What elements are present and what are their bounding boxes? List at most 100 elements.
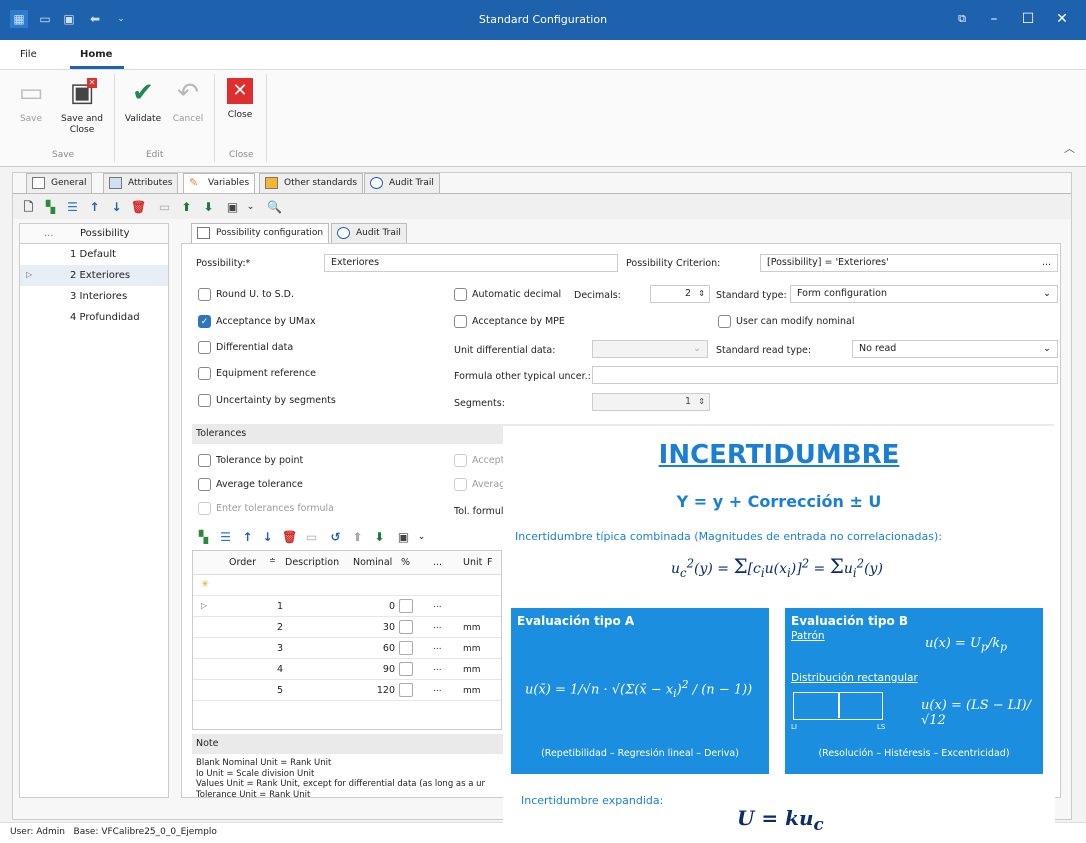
circle-up-icon[interactable]: ⬆ — [179, 200, 194, 215]
std-read-select[interactable]: No read ⌄ — [852, 340, 1058, 358]
cell-nominal[interactable]: 120 — [353, 685, 395, 696]
save-button[interactable]: ▭ Save — [14, 78, 48, 125]
new-icon[interactable]: 🗋 — [21, 200, 36, 215]
move-up-icon[interactable]: ↑ — [87, 200, 102, 215]
cell-ellipsis[interactable]: ... — [433, 621, 442, 631]
col-unit[interactable]: Unit — [463, 557, 482, 568]
percent-checkbox[interactable] — [399, 599, 413, 613]
formula-input[interactable] — [592, 366, 1058, 384]
list-item[interactable]: 4 Profundidad — [20, 307, 168, 328]
move-down-icon[interactable]: ↓ — [109, 200, 124, 215]
cell-nominal[interactable]: 60 — [353, 643, 395, 654]
col-description[interactable]: Description — [285, 557, 339, 568]
col-f[interactable]: F — [487, 557, 492, 568]
minimize-button[interactable]: – — [980, 6, 1008, 32]
cell-unit[interactable]: mm — [463, 623, 481, 633]
table-row[interactable]: 3 60... mm — [193, 638, 501, 659]
percent-checkbox[interactable] — [399, 683, 413, 697]
unc-segments-checkbox[interactable] — [198, 394, 211, 407]
col-ellipsis[interactable]: ... — [433, 557, 442, 568]
new-row[interactable]: ✳ — [193, 575, 501, 596]
cell-ellipsis[interactable]: ... — [433, 600, 442, 610]
accept-umax-checkbox[interactable]: ✓ — [198, 315, 211, 328]
unit-diff-select[interactable]: ⌄ — [592, 340, 708, 358]
col-nominal[interactable]: Nominal — [353, 557, 392, 568]
maximize-button[interactable]: ☐ — [1014, 6, 1042, 32]
sort-icon[interactable]: ≐ — [269, 556, 276, 565]
move-down-icon[interactable]: ↓ — [260, 530, 275, 545]
history-icon[interactable]: ↺ — [328, 530, 343, 545]
tol-point-checkbox[interactable] — [198, 454, 211, 467]
possibility-input[interactable]: Exteriores — [324, 254, 618, 272]
segments-stepper[interactable]: 1 ⇕ — [592, 393, 710, 411]
percent-checkbox[interactable] — [399, 641, 413, 655]
circle-down-icon[interactable]: ⬇ — [201, 200, 216, 215]
save-close-button[interactable]: ▣ ✕ Save and Close — [56, 78, 108, 136]
move-up-icon[interactable]: ↑ — [240, 530, 255, 545]
table-row[interactable]: 4 90... mm — [193, 659, 501, 680]
criterion-ellipsis-button[interactable]: ... — [1042, 255, 1051, 271]
export-icon[interactable]: ▣ — [396, 530, 411, 545]
delete-icon[interactable]: 🗑 — [282, 530, 297, 545]
std-type-select[interactable]: Form configuration ⌄ — [790, 285, 1058, 303]
restore-ribbon-icon[interactable]: ⧉ — [948, 6, 976, 32]
tab-sub-audit[interactable]: Audit Trail — [331, 223, 407, 243]
tab-other-standards[interactable]: Other standards — [259, 173, 364, 193]
table-row[interactable]: ▷ 1 0... — [193, 596, 501, 617]
cell-ellipsis[interactable]: ... — [433, 663, 442, 673]
close-button[interactable]: ✕ Close — [220, 78, 260, 121]
cell-unit[interactable]: mm — [463, 644, 481, 654]
list-item[interactable]: 3 Interiores — [20, 286, 168, 307]
table-row[interactable]: 2 30... mm — [193, 617, 501, 638]
collapse-ribbon-icon[interactable]: ︿ — [1064, 140, 1075, 156]
tab-attributes[interactable]: Attributes — [103, 173, 179, 193]
export-icon[interactable]: ▣ — [225, 200, 240, 215]
cell-ellipsis[interactable]: ... — [433, 684, 442, 694]
differential-checkbox[interactable] — [198, 341, 211, 354]
accept-partial-checkbox[interactable] — [454, 454, 467, 467]
cell-nominal[interactable]: 90 — [353, 664, 395, 675]
stepper-icon[interactable]: ⇕ — [698, 394, 705, 410]
validate-button[interactable]: ✔ Validate — [120, 78, 166, 125]
accept-mpe-checkbox[interactable] — [454, 315, 467, 328]
round-checkbox[interactable] — [198, 288, 211, 301]
percent-checkbox[interactable] — [399, 620, 413, 634]
cancel-button[interactable]: ↶ Cancel — [168, 78, 208, 125]
cell-nominal[interactable]: 30 — [353, 622, 395, 633]
list-item[interactable]: ▷ 2 Exteriores — [20, 265, 168, 286]
cell-ellipsis[interactable]: ... — [433, 642, 442, 652]
average-partial-checkbox[interactable] — [454, 478, 467, 491]
cell-nominal[interactable]: 0 — [353, 601, 395, 612]
table-row[interactable]: 5 120... mm — [193, 680, 501, 701]
list-icon[interactable]: ☰ — [65, 200, 80, 215]
enter-formula-checkbox[interactable] — [198, 502, 211, 515]
cell-unit[interactable]: mm — [463, 665, 481, 675]
circle-down-icon[interactable]: ⬇ — [372, 530, 387, 545]
delete-icon[interactable]: 🗑 — [131, 200, 146, 215]
export-dropdown-icon[interactable]: ⌄ — [414, 530, 429, 545]
tab-general[interactable]: General — [26, 173, 93, 193]
tab-audit-trail[interactable]: Audit Trail — [364, 173, 440, 193]
decimals-stepper[interactable]: 2 ⇕ — [650, 285, 710, 303]
tab-possibility-config[interactable]: Possibility configuration — [191, 223, 330, 243]
add-row-icon[interactable]: ▚ — [196, 530, 211, 545]
criterion-input[interactable]: [Possibility] = 'Exteriores'... — [760, 254, 1058, 272]
circle-up-icon[interactable]: ⬆ — [350, 530, 365, 545]
close-window-button[interactable]: ✕ — [1048, 6, 1076, 32]
equip-ref-checkbox[interactable] — [198, 367, 211, 380]
user-modify-checkbox[interactable] — [718, 315, 731, 328]
percent-checkbox[interactable] — [399, 662, 413, 676]
avg-tol-checkbox[interactable] — [198, 478, 211, 491]
tab-variables[interactable]: ✎ Variables — [183, 173, 256, 193]
preview-icon[interactable]: 🔍 — [267, 200, 282, 215]
list-icon[interactable]: ☰ — [218, 530, 233, 545]
menu-home[interactable]: Home — [80, 49, 112, 60]
list-item[interactable]: 1 Default — [20, 244, 168, 265]
export-dropdown-icon[interactable]: ⌄ — [243, 200, 258, 215]
add-row-icon[interactable]: ▚ — [43, 200, 58, 215]
auto-decimal-checkbox[interactable] — [454, 288, 467, 301]
menu-file[interactable]: File — [20, 49, 37, 60]
stepper-icon[interactable]: ⇕ — [698, 286, 705, 302]
col-order[interactable]: Order — [229, 557, 256, 568]
col-percent[interactable]: % — [401, 557, 410, 568]
